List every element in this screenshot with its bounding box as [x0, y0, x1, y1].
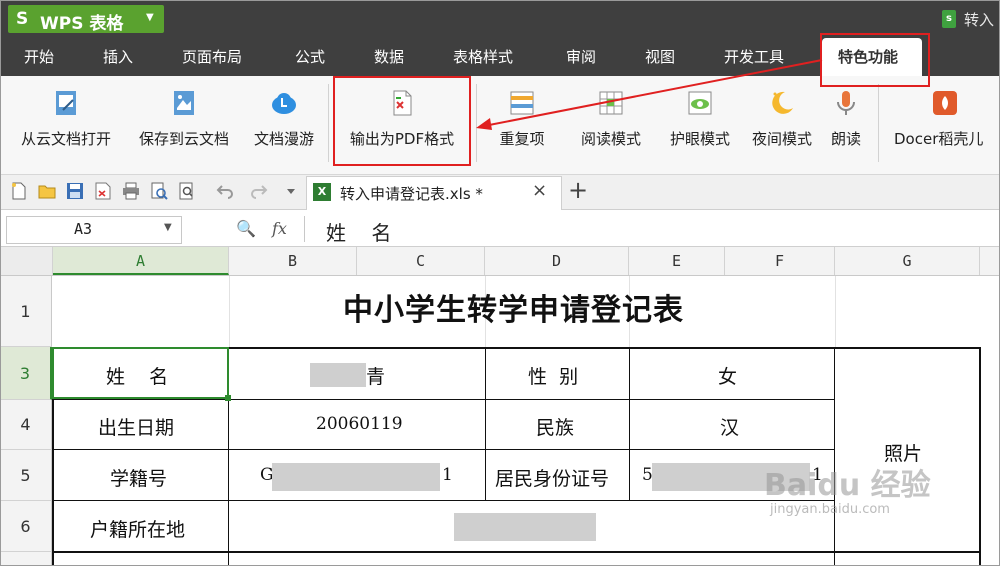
student-id-label-cell[interactable]: 学籍号	[110, 464, 167, 491]
table-border	[52, 399, 835, 400]
student-id-suffix[interactable]: 1	[442, 465, 453, 485]
row-header-5[interactable]: 5	[0, 450, 52, 501]
column-header-a[interactable]: A	[53, 247, 229, 275]
save-to-cloud-label: 保存到云文档	[138, 130, 229, 148]
column-header-c[interactable]: C	[357, 247, 485, 275]
highlight-export-pdf	[333, 76, 471, 166]
docer-label: Docer稻壳儿	[894, 130, 984, 148]
dob-label-cell[interactable]: 出生日期	[98, 413, 174, 440]
wps-logo-icon: S	[16, 9, 29, 29]
document-tab-label: 转入申请登记表.xls *	[340, 185, 483, 203]
open-folder-icon[interactable]	[38, 182, 56, 200]
tab-page-layout[interactable]: 页面布局	[182, 46, 242, 67]
ribbon-separator	[878, 84, 879, 162]
docer-icon	[933, 91, 957, 115]
column-header-e[interactable]: E	[629, 247, 725, 275]
open-from-cloud-label: 从云文档打开	[20, 130, 111, 148]
name-box[interactable]	[6, 216, 182, 244]
dob-value-cell[interactable]: 20060119	[316, 414, 403, 434]
gender-label-cell[interactable]: 性 别	[528, 362, 578, 389]
gender-value-cell[interactable]: 女	[718, 362, 737, 389]
formula-input[interactable]: 姓 名	[326, 217, 391, 246]
table-border	[485, 347, 486, 501]
find-icon[interactable]	[178, 182, 196, 200]
watermark-url: jingyan.baidu.com	[770, 502, 890, 517]
cloud-roam-icon	[272, 93, 296, 114]
redacted-value	[310, 363, 366, 387]
watermark-logo: Baidu 经验	[764, 468, 931, 503]
open-from-cloud-button[interactable]: 从云文档打开	[10, 84, 122, 164]
zoom-search-icon[interactable]: 🔍	[236, 219, 256, 238]
microphone-icon	[837, 91, 855, 115]
save-to-cloud-button[interactable]: 保存到云文档	[128, 84, 240, 164]
select-all-corner[interactable]	[0, 247, 53, 275]
name-value-cell[interactable]: 青	[366, 362, 385, 389]
redacted-value	[454, 513, 596, 541]
table-border	[52, 551, 981, 553]
tab-data[interactable]: 数据	[374, 46, 404, 67]
table-border	[52, 449, 835, 450]
row-header-4[interactable]: 4	[0, 400, 52, 450]
name-box-dropdown-icon[interactable]: ▼	[164, 222, 172, 233]
fill-handle[interactable]	[225, 395, 231, 401]
window-document-title: 转入	[964, 11, 995, 29]
active-cell-selection	[52, 347, 229, 399]
table-border	[834, 347, 835, 566]
column-header-g[interactable]: G	[835, 247, 980, 275]
table-border	[52, 500, 835, 501]
document-roaming-label: 文档漫游	[253, 130, 314, 148]
column-header-d[interactable]: D	[485, 247, 629, 275]
new-document-icon[interactable]	[10, 182, 28, 200]
row-header-3[interactable]: 3	[0, 347, 52, 400]
household-label-cell[interactable]: 户籍所在地	[90, 515, 185, 542]
ethnicity-label-cell[interactable]: 民族	[536, 413, 574, 440]
spreadsheet-file-icon: X	[313, 183, 331, 201]
print-icon[interactable]	[122, 182, 140, 200]
column-header-f[interactable]: F	[725, 247, 835, 275]
app-title: WPS 表格	[40, 14, 124, 34]
cloud-save-icon	[174, 91, 194, 115]
save-icon[interactable]	[66, 182, 84, 200]
chevron-down-icon[interactable]: ▼	[146, 12, 154, 23]
cloud-open-icon	[56, 91, 76, 115]
customize-dropdown-icon[interactable]	[282, 182, 300, 200]
redacted-value	[272, 463, 440, 491]
new-tab-button[interactable]: +	[568, 176, 588, 204]
export-pdf-small-icon[interactable]	[94, 182, 112, 200]
document-roaming-button[interactable]: 文档漫游	[246, 84, 322, 164]
name-box-value: A3	[74, 220, 93, 238]
redo-icon[interactable]	[250, 182, 268, 200]
annotation-arrow-icon	[476, 59, 823, 130]
ethnicity-value-cell[interactable]: 汉	[720, 413, 739, 440]
insert-function-icon[interactable]: fx	[272, 219, 287, 238]
ribbon-separator	[328, 84, 329, 162]
tab-home[interactable]: 开始	[24, 46, 54, 67]
formula-bar-divider	[304, 216, 305, 242]
id-card-label-cell[interactable]: 居民身份证号	[495, 464, 609, 491]
row-header-1[interactable]: 1	[0, 276, 52, 347]
table-border	[629, 347, 630, 501]
undo-icon[interactable]	[216, 182, 234, 200]
highlight-special-tab	[820, 33, 930, 87]
sheet-title[interactable]: 中小学生转学申请登记表	[52, 276, 975, 346]
doc-logo-icon: s	[942, 10, 956, 28]
row-header-6[interactable]: 6	[0, 501, 52, 552]
tab-formulas[interactable]: 公式	[295, 46, 325, 67]
tab-insert[interactable]: 插入	[103, 46, 133, 67]
close-tab-icon[interactable]: ×	[532, 180, 547, 201]
read-aloud-label: 朗读	[830, 130, 861, 148]
row-header-7[interactable]	[0, 552, 52, 566]
docer-button[interactable]: Docer稻壳儿	[890, 84, 1000, 164]
column-header-b[interactable]: B	[229, 247, 357, 275]
print-preview-icon[interactable]	[150, 182, 168, 200]
table-border	[979, 347, 981, 566]
read-aloud-button[interactable]: 朗读	[824, 84, 868, 164]
